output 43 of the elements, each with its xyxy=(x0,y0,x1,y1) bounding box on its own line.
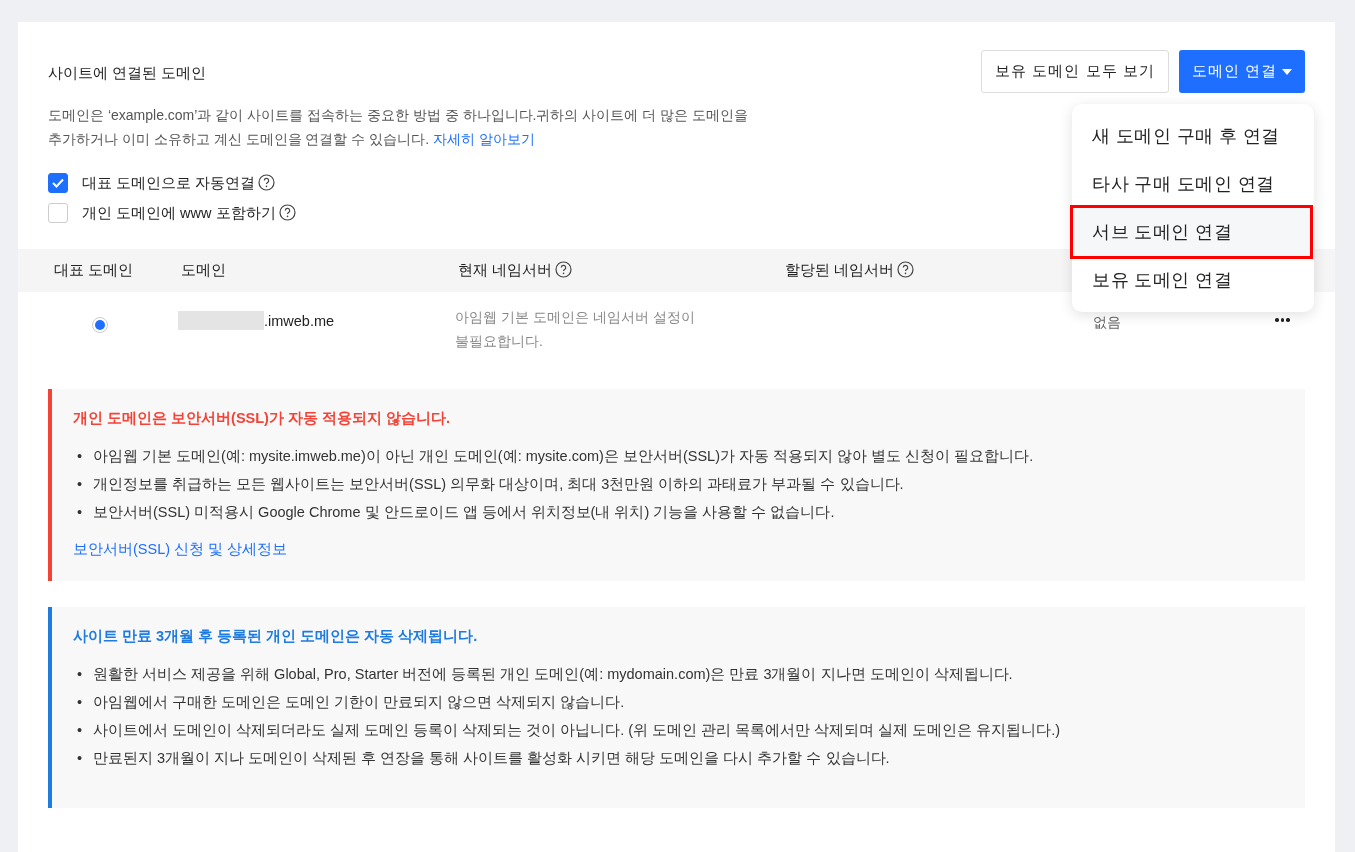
notice-item: 사이트에서 도메인이 삭제되더라도 실제 도메인 등록이 삭제되는 것이 아닙니다. (위 도메인 관리 목록에서만 삭제되며 실제 도메인은 유지됩니다.) xyxy=(93,721,1061,740)
notice-item: 보안서버(SSL) 미적용시 Google Chrome 및 안드로이드 앱 등에서 위치정보(내 위치) 기능을 사용할 수 없습니다. xyxy=(93,503,835,522)
view-all-button[interactable]: 보유 도메인 모두 보기 xyxy=(981,50,1169,93)
menu-item[interactable]: 보유 도메인 연결 xyxy=(1072,256,1314,304)
notice-item: 만료된지 3개월이 지나 도메인이 삭제된 후 연장을 통해 사이트를 활성화 시키면 해당 도메인을 다시 추가할 수 있습니다. xyxy=(93,749,890,768)
column-header: 대표 도메인 xyxy=(53,262,134,278)
bullet: • xyxy=(77,503,83,522)
bullet: • xyxy=(77,447,83,466)
help-icon[interactable] xyxy=(258,173,276,191)
notice-item: 원활한 서비스 제공을 위해 Global, Pro, Starter 버전에 등록된 개인 도메인(예: mydomain.com)은 만료 3개월이 지나면 도메인이 삭제됩니다. xyxy=(93,665,1013,684)
ssl-info-link[interactable]: 보안서버(SSL) 신청 및 상세정보 xyxy=(73,540,288,559)
bullet: • xyxy=(77,693,83,712)
menu-item[interactable]: 새 도메인 구매 후 연결 xyxy=(1072,112,1314,160)
help-icon[interactable] xyxy=(897,261,915,278)
learn-more-link[interactable]: 자세히 알아보기 xyxy=(433,131,535,147)
option-label: 대표 도메인으로 자동연결 xyxy=(82,174,256,191)
bullet: • xyxy=(77,749,83,768)
notice-item: 개인정보를 취급하는 모든 웹사이트는 보안서버(SSL) 의무화 대상이며, 최대 3천만원 이하의 과태료가 부과될 수 있습니다. xyxy=(93,475,904,494)
help-icon[interactable] xyxy=(278,203,296,221)
column-header: 현재 네임서버 xyxy=(457,262,553,278)
menu-item[interactable]: 서브 도메인 연결 xyxy=(1073,208,1310,256)
checkbox[interactable] xyxy=(48,203,68,223)
table-cell: 없음 xyxy=(1093,314,1121,332)
checkbox[interactable] xyxy=(48,173,68,193)
column-header: 도메인 xyxy=(180,262,226,278)
menu-item[interactable]: 타사 구매 도메인 연결 xyxy=(1072,160,1314,208)
notice-item: 아임웹에서 구매한 도메인은 도메인 기한이 만료되지 않으면 삭제되지 않습니다. xyxy=(93,693,625,712)
table-cell-text: 아임웹 기본 도메인은 네임서버 설정이 불필요합니다. xyxy=(455,308,696,351)
description-text: 도메인은 ‘example.com’과 같이 사이트를 접속하는 중요한 방법 중 하나입니다.귀하의 사이트에 더 많은 도메인을 추가하거나 이미 소유하고 계신 도메인을 연결할 수 있습니다. 자세히 알아보기 xyxy=(48,106,750,149)
connect-domain-button[interactable]: 도메인 연결 xyxy=(1178,50,1305,93)
caret-icon xyxy=(1282,68,1292,75)
section-title: 사이트에 연결된 도메인 xyxy=(48,64,208,83)
bullet: • xyxy=(77,475,83,494)
help-icon[interactable] xyxy=(555,261,573,278)
bullet: • xyxy=(77,665,83,684)
notice-title: 개인 도메인은 보안서버(SSL)가 자동 적용되지 않습니다. xyxy=(73,409,452,428)
check-icon xyxy=(52,178,64,188)
column-header: 할당된 네임서버 xyxy=(784,262,895,278)
notice-item: 아임웹 기본 도메인(예: mysite.imweb.me)이 아닌 개인 도메인(예: mysite.com)은 보안서버(SSL)가 자동 적용되지 않아 별도 신청이 필요합니다. xyxy=(93,447,1034,466)
option-label: 개인 도메인에 www 포함하기 xyxy=(82,204,276,221)
notice-title: 사이트 만료 3개월 후 등록된 개인 도메인은 자동 삭제됩니다. xyxy=(73,627,479,646)
domain-name: .imweb.me xyxy=(264,312,335,329)
bullet: • xyxy=(77,721,83,740)
